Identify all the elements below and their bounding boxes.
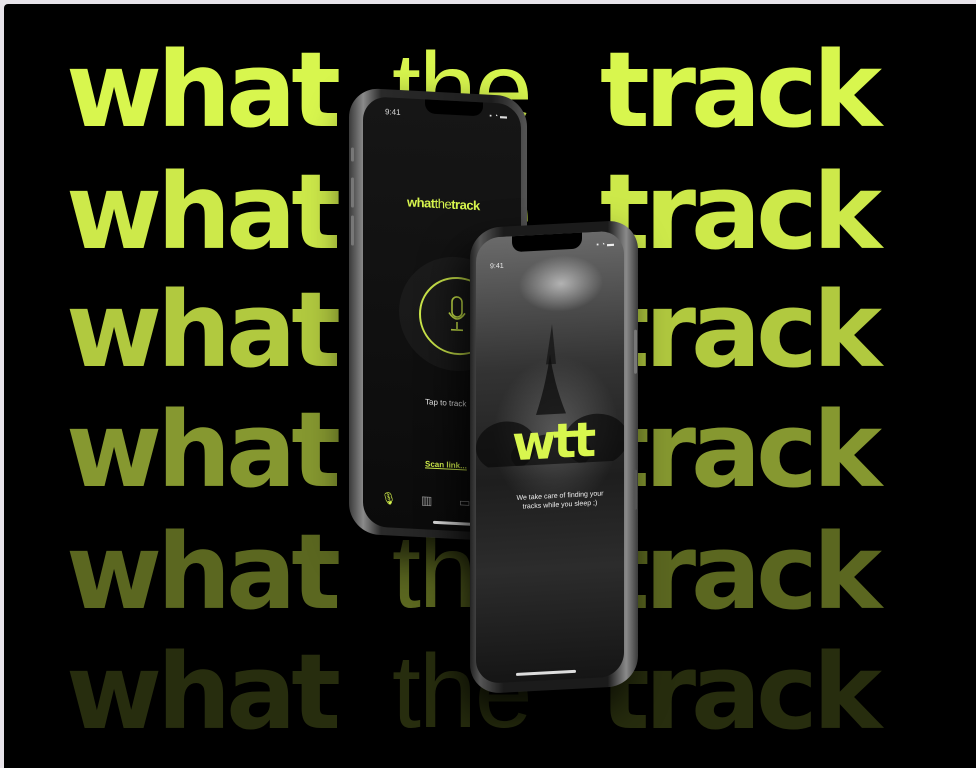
app-logo-wtt: wtt (512, 411, 594, 473)
bg-word-track: track (600, 631, 882, 753)
status-time: 9:41 (490, 262, 504, 271)
notch (512, 232, 582, 253)
microphone-icon (448, 296, 466, 332)
home-indicator (516, 669, 576, 676)
status-icons: ▪ ◔ ▬ (596, 240, 614, 249)
library-icon[interactable]: ▥ (421, 493, 432, 508)
bg-word-track: track (600, 151, 882, 273)
tap-to-track-label: Tap to track (425, 397, 467, 409)
status-time: 9:41 (385, 107, 401, 118)
status-icons: ▪ ◔ ▬ (489, 112, 507, 121)
logo-what: what (407, 194, 435, 211)
tagline: We take care of finding your tracks whil… (516, 490, 604, 511)
phone-front-screen: 9:41 ▪ ◔ ▬ wtt We take care of finding y… (476, 230, 624, 685)
phone-front-device: 9:41 ▪ ◔ ▬ wtt We take care of finding y… (470, 219, 638, 695)
power-button (634, 329, 637, 374)
bg-word-track: track (600, 389, 882, 511)
bg-word-track: track (600, 29, 882, 151)
bg-word-what: what (66, 29, 341, 151)
bg-word-what: what (66, 151, 341, 273)
side-antenna (634, 469, 637, 510)
scan-link[interactable]: Scan link... (425, 459, 467, 470)
app-logo: whatthetrack (407, 194, 480, 213)
bg-word-track: track (600, 269, 882, 391)
bg-word-track: track (600, 511, 882, 633)
mute-switch (351, 147, 354, 162)
notch (425, 99, 483, 117)
bg-word-what: what (66, 389, 341, 511)
calendar-icon[interactable]: ▭ (459, 495, 470, 510)
bg-word-what: what (66, 269, 341, 391)
volume-down-button (351, 215, 354, 246)
volume-up-button (351, 177, 354, 208)
showcase-canvas: what the track what the track what the t… (4, 4, 976, 768)
mic-icon[interactable]: 🎙︎ (381, 491, 396, 506)
logo-track: track (451, 196, 480, 214)
logo-the: the (434, 195, 452, 212)
bg-word-what: what (66, 511, 341, 633)
bg-word-what: what (66, 631, 341, 753)
